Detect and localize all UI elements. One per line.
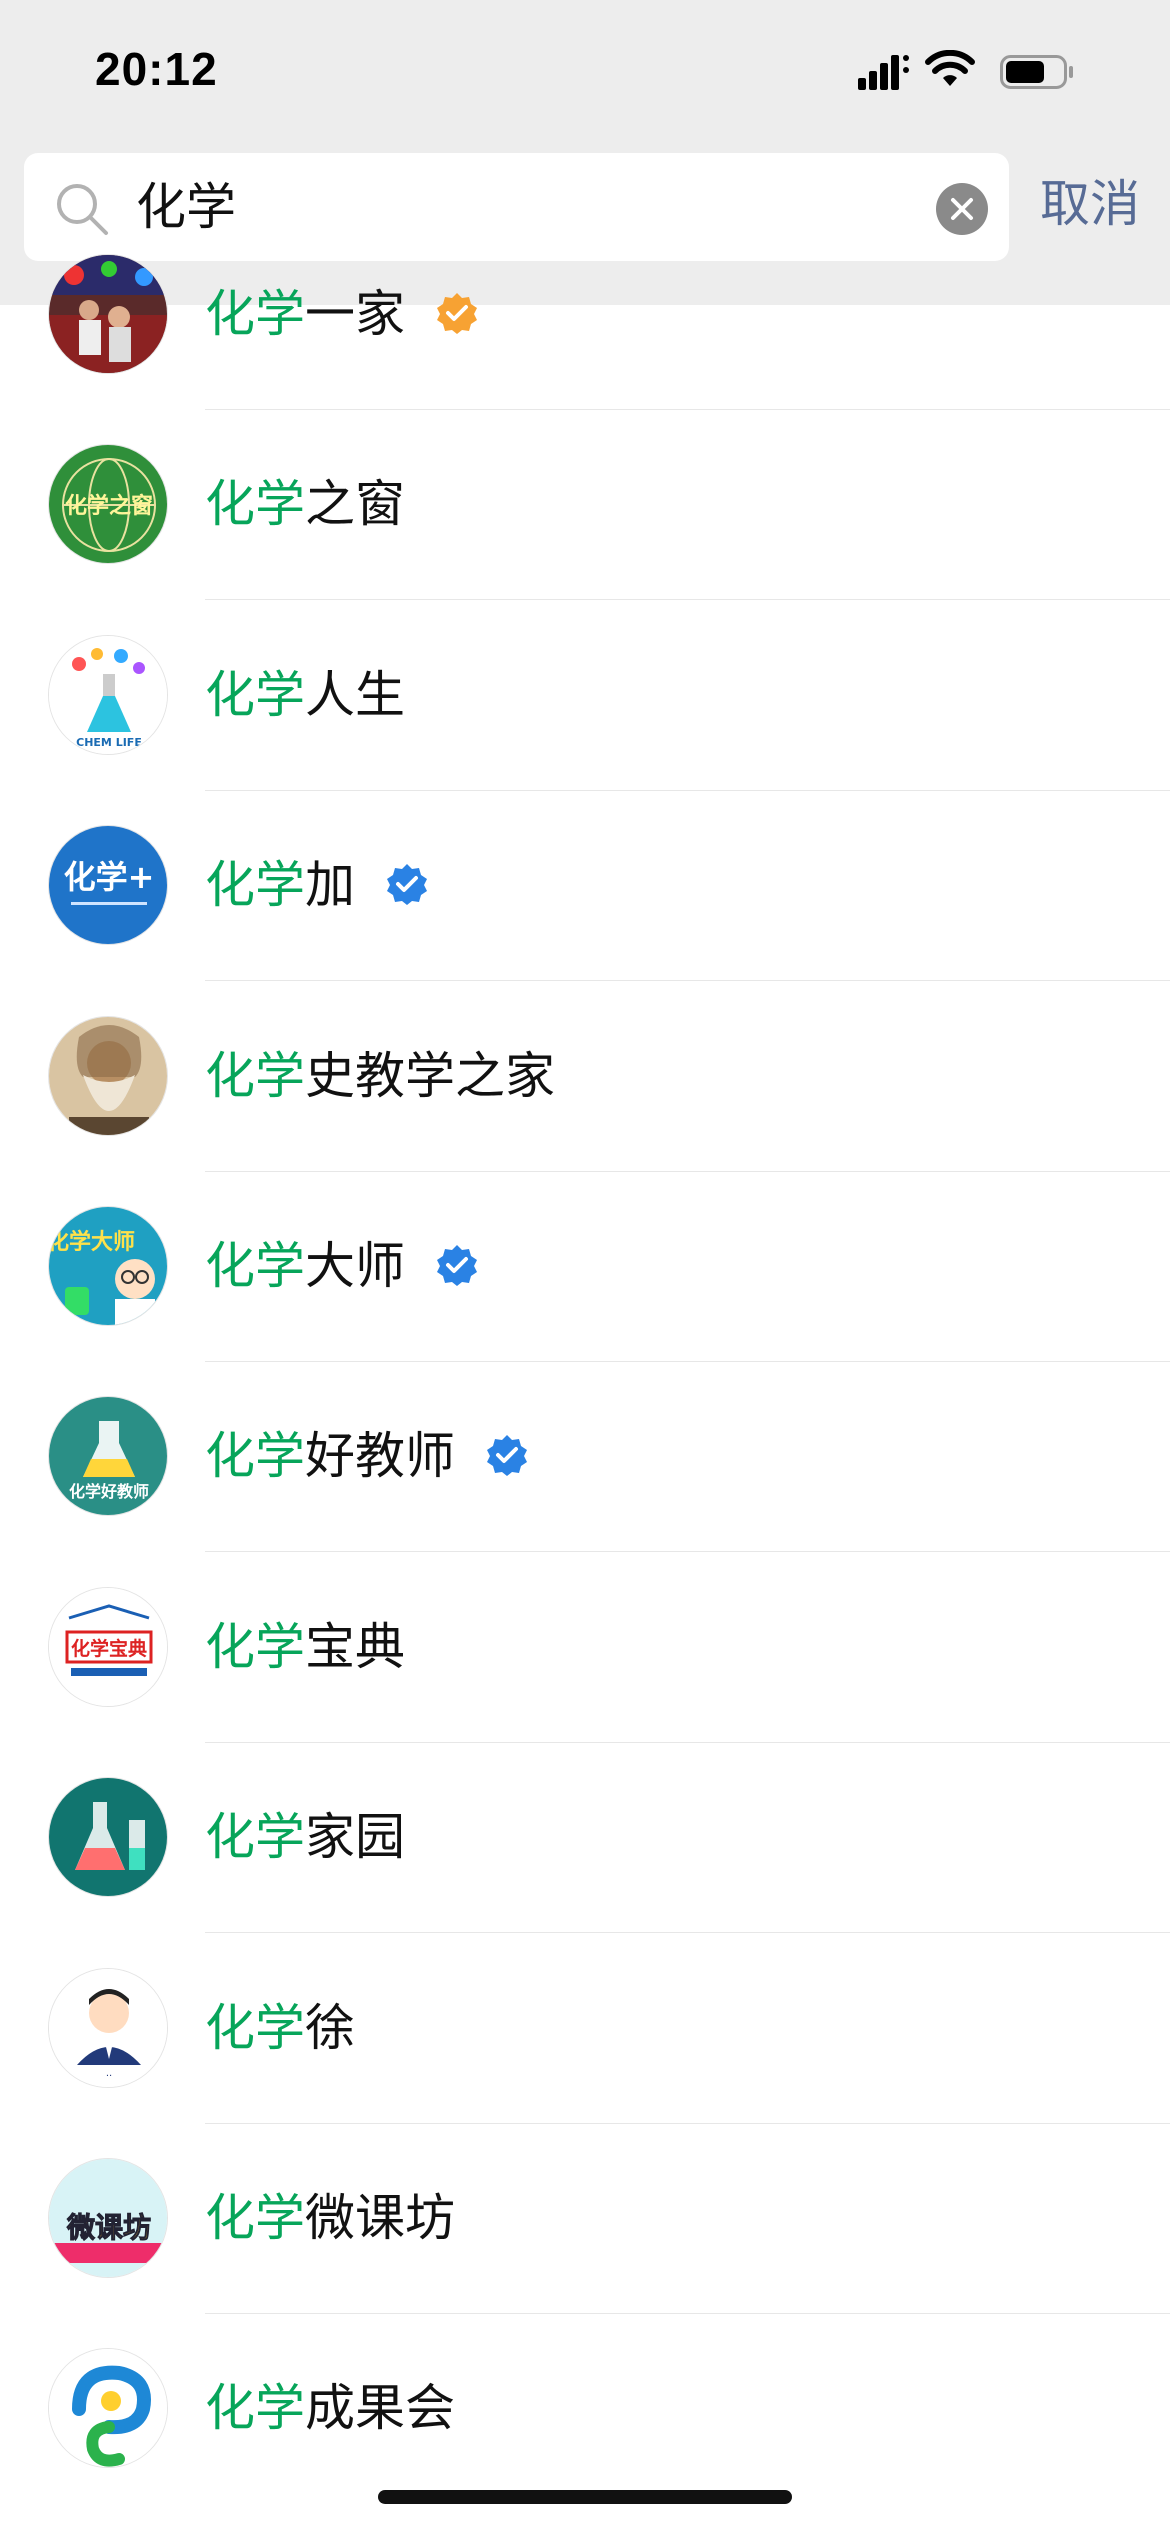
result-name-rest: 人生: [305, 665, 405, 724]
result-name: 化学徐: [205, 1996, 355, 2060]
result-row[interactable]: 化学+ 化学加: [0, 789, 1170, 982]
result-name-rest: 成果会: [305, 2379, 455, 2438]
result-row[interactable]: 化学一家: [0, 218, 1170, 410]
result-name-highlight: 化学: [205, 1808, 305, 1867]
result-row[interactable]: 化学宝典 化学宝典: [0, 1551, 1170, 1743]
result-name: 化学史教学之家: [205, 1044, 555, 1108]
result-row[interactable]: ·· 化学徐: [0, 1932, 1170, 2124]
result-row[interactable]: 化学大师 化学大师: [0, 1170, 1170, 1362]
avatar-label: CHEM LIFE: [76, 736, 142, 749]
avatar-label: 化学之窗: [65, 493, 153, 519]
result-name-highlight: 化学: [205, 856, 305, 915]
result-row[interactable]: CHEM LIFE 化学人生: [0, 599, 1170, 791]
result-name-rest: 好教师: [305, 1427, 455, 1486]
home-indicator: [378, 2490, 792, 2504]
result-name-rest: 之窗: [305, 475, 405, 534]
battery-icon: [1000, 55, 1073, 89]
status-bar: 20:12: [0, 0, 1170, 150]
result-name-highlight: 化学: [205, 1237, 305, 1295]
avatar-label: 化学大师: [49, 1229, 135, 1255]
result-row[interactable]: 化学之窗 化学之窗: [0, 408, 1170, 601]
flask-logo-avatar: CHEM LIFE: [48, 634, 168, 755]
result-name: 化学大师: [205, 1234, 479, 1298]
avatar-label: 微课坊: [66, 2211, 151, 2244]
avatar-label: 化学好教师: [69, 1482, 149, 1501]
green-globe-logo-avatar: 化学之窗: [48, 444, 168, 565]
result-name-rest: 家园: [305, 1808, 405, 1867]
result-name: 化学宝典: [205, 1615, 405, 1679]
cartoon-man-avatar: ··: [48, 1967, 168, 2088]
wifi-icon: [925, 50, 975, 86]
result-name-rest: 大师: [305, 1237, 405, 1295]
verified-badge-icon: [487, 1435, 527, 1477]
result-name-highlight: 化学: [205, 1998, 305, 2057]
result-name: 化学家园: [205, 1805, 405, 1869]
result-row[interactable]: 化学好教师 化学好教师: [0, 1360, 1170, 1553]
result-name-rest: 加: [305, 856, 355, 915]
result-name: 化学微课坊: [205, 2186, 455, 2250]
result-row[interactable]: 化学史教学之家: [0, 980, 1170, 1172]
result-name-highlight: 化学: [205, 475, 305, 534]
result-name-highlight: 化学: [205, 1046, 305, 1105]
teal-flask-logo-avatar: 化学好教师: [48, 1396, 168, 1517]
avatar-label: 化学宝典: [71, 1637, 147, 1660]
result-row[interactable]: 微课坊 化学微课坊: [0, 2122, 1170, 2314]
result-name: 化学一家: [205, 282, 479, 346]
result-name: 化学成果会: [205, 2376, 455, 2440]
avatar-label: 化学+: [64, 858, 155, 896]
cartoon-scientist-avatar: 化学大师: [48, 1206, 168, 1326]
result-name-rest: 史教学之家: [305, 1046, 555, 1105]
bearded-portrait-avatar: [48, 1015, 168, 1136]
swirl-logo-avatar: [48, 2348, 168, 2469]
result-name: 化学好教师: [205, 1424, 529, 1488]
lab-glassware-logo-avatar: [48, 1777, 168, 1898]
verified-badge-icon: [437, 1245, 477, 1286]
result-name: 化学人生: [205, 663, 405, 727]
result-name-rest: 宝典: [305, 1617, 405, 1676]
book-logo-avatar: 化学宝典: [48, 1586, 168, 1707]
verified-badge-icon: [437, 293, 477, 334]
result-name-highlight: 化学: [205, 2189, 305, 2247]
verified-badge-icon: [387, 864, 427, 906]
result-name-rest: 徐: [305, 1998, 355, 2057]
result-name-rest: 一家: [305, 285, 405, 343]
result-name-highlight: 化学: [205, 285, 305, 343]
result-name: 化学之窗: [205, 472, 405, 536]
result-name-highlight: 化学: [205, 2379, 305, 2438]
cellular-signal-icon: [858, 55, 909, 90]
result-name-highlight: 化学: [205, 665, 305, 724]
status-time: 20:12: [95, 43, 218, 95]
result-name: 化学加: [205, 853, 429, 917]
colorful-text-logo-avatar: 微课坊: [48, 2158, 168, 2278]
result-name-highlight: 化学: [205, 1427, 305, 1486]
result-name-highlight: 化学: [205, 1617, 305, 1676]
svg-text:··: ··: [106, 2071, 112, 2082]
result-name-rest: 微课坊: [305, 2189, 455, 2247]
result-row[interactable]: 化学成果会: [0, 2312, 1170, 2504]
result-row[interactable]: 化学家园: [0, 1741, 1170, 1934]
photo-group-avatar-avatar: [48, 254, 168, 374]
blue-logo-avatar: 化学+: [48, 825, 168, 946]
